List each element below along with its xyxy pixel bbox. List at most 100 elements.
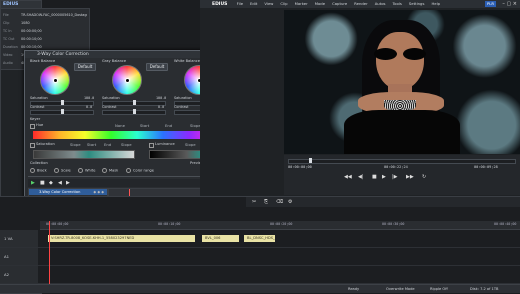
menu-item[interactable]: Mode — [315, 0, 325, 8]
timeline-tool-1-icon[interactable]: ✂ — [252, 199, 256, 205]
prev-keyframe-icon[interactable]: ◀ — [58, 180, 62, 186]
next-keyframe-icon[interactable]: ▶ — [66, 180, 70, 186]
saturation-checkbox[interactable] — [30, 143, 35, 148]
timeline-clip[interactable]: BL_DNSC_HDS_ — [244, 235, 275, 242]
timecode-left: 00:00:00;00 — [288, 165, 312, 169]
radio-icon[interactable] — [54, 168, 59, 173]
menu-item[interactable]: Autos — [375, 0, 386, 8]
menu-item[interactable]: File — [237, 0, 243, 8]
collection-label: Collection — [30, 161, 48, 165]
saturation-mode-option[interactable]: Start — [87, 142, 96, 147]
menu-item[interactable]: Tools — [393, 0, 402, 8]
window-controls[interactable]: – ▢ × — [502, 0, 517, 8]
add-keyframe-icon[interactable]: ◆ — [49, 180, 53, 186]
hue-mode-option[interactable]: Start — [140, 123, 149, 128]
luminance-mode-option[interactable]: Slope — [185, 142, 196, 147]
balance-group: Black Balance Default Saturation 100.0 Contr… — [28, 59, 98, 115]
saturation-slider-handle[interactable] — [61, 100, 64, 105]
play-icon[interactable]: ▶ — [31, 180, 35, 186]
property-key: Clip — [3, 21, 10, 25]
stop-transport-icon[interactable]: ■ — [372, 174, 377, 180]
timeline-ruler[interactable]: 00:00:00;00 00:00:10;00 00:00:20;00 00:00:3… — [40, 221, 520, 230]
timeline-clip[interactable]: BVL_006 — [202, 235, 239, 242]
hue-checkbox[interactable] — [30, 124, 35, 129]
stop-icon[interactable]: ■ — [40, 180, 45, 186]
track-header[interactable]: A2 — [0, 266, 38, 283]
wheel-center-icon[interactable] — [125, 78, 130, 83]
contrast-slider[interactable] — [30, 109, 94, 115]
saturation-mode-option[interactable]: End — [104, 142, 111, 147]
radio-icon[interactable] — [30, 168, 35, 173]
wheel-center-icon[interactable] — [53, 78, 58, 83]
saturation-mode-option[interactable]: Slope — [70, 142, 81, 147]
preview-mode-label: Black — [37, 168, 47, 173]
balance-default-button[interactable]: Default — [74, 63, 96, 71]
timeline-track: A1 — [0, 248, 520, 266]
radio-icon[interactable] — [78, 168, 83, 173]
preview-app-title: EDIUS — [212, 2, 228, 7]
color-wheel[interactable] — [40, 65, 70, 95]
contrast-slider[interactable] — [102, 109, 166, 115]
timeline-cursor[interactable] — [49, 221, 50, 285]
menu-item[interactable]: Clip — [280, 0, 287, 8]
fast-forward-icon[interactable]: ▶▶ — [406, 174, 414, 180]
radio-icon[interactable] — [102, 168, 107, 173]
ruler-tick-label: 00:00:30;00 — [382, 222, 405, 226]
timeline-tool-4-icon[interactable]: ⚙ — [288, 199, 292, 205]
loop-icon[interactable]: ↻ — [422, 174, 426, 180]
property-key: File — [3, 13, 9, 17]
menu-item[interactable]: Settings — [409, 0, 425, 8]
property-row: TC Out 00:00:10;00 — [3, 36, 87, 43]
timecode-right: 00:00:09;28 — [474, 165, 498, 169]
menu-item[interactable]: Render — [354, 0, 368, 8]
preview-mode-radio[interactable]: Mask — [102, 168, 118, 173]
saturation-label: Saturation — [174, 96, 192, 100]
contrast-slider-handle[interactable] — [61, 109, 64, 114]
preview-scrubber[interactable] — [288, 158, 516, 164]
menu-item[interactable]: Marker — [295, 0, 308, 8]
balance-label: Black Balance — [30, 59, 56, 63]
keyframe-toggle-icons[interactable]: ◆ ◆ ◆ — [93, 189, 104, 195]
rewind-icon[interactable]: ◀◀ — [344, 174, 352, 180]
track-header[interactable]: 1 VA — [0, 230, 38, 247]
menu-item[interactable]: Capture — [332, 0, 347, 8]
balance-default-button[interactable]: Default — [146, 63, 168, 71]
radio-icon[interactable] — [126, 168, 131, 173]
luminance-checkbox[interactable] — [149, 143, 154, 148]
menu-item[interactable]: View — [264, 0, 273, 8]
hue-mode-option[interactable]: Slope — [190, 123, 201, 128]
preview-mode-radio[interactable]: Scale — [54, 168, 71, 173]
menu-item[interactable]: Edit — [250, 0, 257, 8]
video-frame[interactable] — [284, 10, 520, 154]
saturation-mode-option[interactable]: Slope — [121, 142, 132, 147]
saturation-range-bar[interactable] — [33, 150, 135, 159]
step-forward-icon[interactable]: |▶ — [392, 174, 398, 180]
timeline-clip[interactable]: V:SHRZ-TR-8008_KOSE-KHH-1_558023297NED — [48, 235, 195, 242]
color-wheel[interactable] — [112, 65, 142, 95]
track-header[interactable]: A1 — [0, 248, 38, 265]
hue-mode-option[interactable]: None — [115, 123, 125, 128]
preview-mode-radio[interactable]: Color range — [126, 168, 154, 173]
luminance-label: Luminance — [155, 142, 175, 146]
timeline-tool-3-icon[interactable]: ⌫ — [276, 199, 283, 205]
menu-item[interactable]: Help — [431, 0, 440, 8]
preview-mode-radio[interactable]: Black — [30, 168, 47, 173]
timeline-tool-2-icon[interactable]: ⎘ — [264, 199, 268, 205]
step-back-icon[interactable]: ◀| — [358, 174, 364, 180]
contrast-slider-handle[interactable] — [133, 109, 136, 114]
keyer-label: Keyer — [30, 117, 41, 121]
contrast-label: Contrast — [174, 105, 189, 109]
hue-mode-option[interactable]: End — [165, 123, 172, 128]
saturation-value: 100.0 — [156, 96, 167, 100]
preview-scrubber-handle[interactable] — [309, 158, 312, 163]
hue-label: Hue — [36, 123, 44, 127]
saturation-slider-handle[interactable] — [133, 100, 136, 105]
layer-row[interactable]: 3-Way Color Correction ◆ ◆ ◆ — [29, 189, 107, 196]
saturation-label: Saturation — [36, 142, 55, 146]
preview-mode-radio[interactable]: White — [78, 168, 95, 173]
play-transport-icon[interactable]: ▶ — [382, 174, 386, 180]
subject-dress — [344, 110, 460, 154]
balance-label: White Balance — [174, 59, 200, 63]
saturation-label: Saturation — [30, 96, 48, 100]
contrast-value: 0.0 — [86, 105, 93, 109]
